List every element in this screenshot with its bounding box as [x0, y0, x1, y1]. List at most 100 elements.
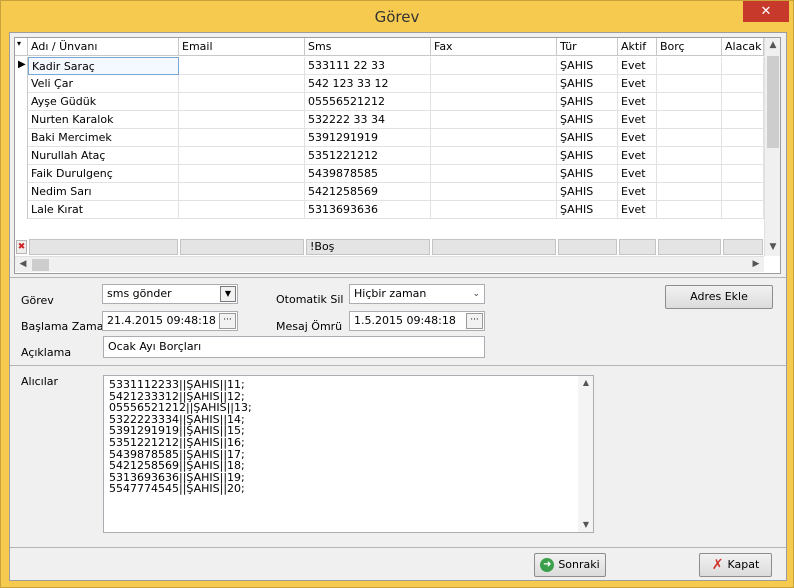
description-input[interactable]: Ocak Ayı Borçları: [103, 336, 485, 358]
filter-email[interactable]: [180, 239, 304, 255]
row-indicator[interactable]: [15, 183, 28, 201]
cell-sms[interactable]: 542 123 33 12: [305, 75, 431, 93]
cell-credit[interactable]: [722, 57, 764, 75]
cell-sms[interactable]: 532222 33 34: [305, 111, 431, 129]
cell-fax[interactable]: [431, 111, 557, 129]
cell-name[interactable]: Nedim Sarı: [28, 183, 179, 201]
row-indicator[interactable]: [15, 75, 28, 93]
cell-sms[interactable]: 5439878585: [305, 165, 431, 183]
cell-debt[interactable]: [657, 147, 722, 165]
message-lifetime-picker[interactable]: 1.5.2015 09:48:18 ···: [349, 311, 485, 331]
cell-credit[interactable]: [722, 129, 764, 147]
scroll-up-icon[interactable]: ▲: [578, 377, 594, 389]
row-indicator[interactable]: [15, 201, 28, 219]
scroll-down-icon[interactable]: ▼: [765, 242, 780, 252]
cell-type[interactable]: ŞAHIS: [557, 129, 618, 147]
column-chooser-icon[interactable]: ▾: [15, 38, 28, 56]
current-row-indicator-icon[interactable]: ▶: [15, 57, 28, 75]
cell-credit[interactable]: [722, 93, 764, 111]
cell-active[interactable]: Evet: [618, 57, 657, 75]
cell-type[interactable]: ŞAHIS: [557, 57, 618, 75]
start-time-picker[interactable]: 21.4.2015 09:48:18 ···: [102, 311, 238, 331]
cell-email[interactable]: [179, 165, 305, 183]
cell-credit[interactable]: [722, 201, 764, 219]
cell-type[interactable]: ŞAHIS: [557, 183, 618, 201]
cell-debt[interactable]: [657, 93, 722, 111]
cell-active[interactable]: Evet: [618, 201, 657, 219]
cell-name[interactable]: Lale Kırat: [28, 201, 179, 219]
task-select[interactable]: sms gönder ▼: [102, 284, 238, 304]
table-row[interactable]: Nedim Sarı 5421258569 ŞAHIS Evet: [15, 183, 764, 201]
cell-email[interactable]: [179, 75, 305, 93]
cell-active[interactable]: Evet: [618, 129, 657, 147]
row-indicator[interactable]: [15, 111, 28, 129]
cell-fax[interactable]: [431, 57, 557, 75]
cell-credit[interactable]: [722, 147, 764, 165]
cell-fax[interactable]: [431, 201, 557, 219]
cell-active[interactable]: Evet: [618, 75, 657, 93]
table-row[interactable]: Lale Kırat 5313693636 ŞAHIS Evet: [15, 201, 764, 219]
recipients-scrollbar[interactable]: ▲ ▼: [578, 376, 593, 532]
table-row[interactable]: ▶ Kadir Saraç 533111 22 33 ŞAHIS Evet: [15, 57, 764, 75]
cell-active[interactable]: Evet: [618, 111, 657, 129]
cell-fax[interactable]: [431, 165, 557, 183]
row-indicator[interactable]: [15, 129, 28, 147]
cell-type[interactable]: ŞAHIS: [557, 147, 618, 165]
cell-credit[interactable]: [722, 165, 764, 183]
filter-name[interactable]: [29, 239, 178, 255]
cell-debt[interactable]: [657, 165, 722, 183]
scroll-up-icon[interactable]: ▲: [765, 40, 780, 50]
cell-name[interactable]: Faik Durulgenç: [28, 165, 179, 183]
ellipsis-icon[interactable]: ···: [466, 313, 483, 329]
filter-debt[interactable]: [658, 239, 721, 255]
cell-type[interactable]: ŞAHIS: [557, 201, 618, 219]
horizontal-scroll-thumb[interactable]: [32, 259, 49, 271]
contacts-grid[interactable]: ▾ Adı / Ünvanı Email Sms Fax Tür Aktif B…: [14, 37, 781, 274]
row-indicator[interactable]: [15, 147, 28, 165]
cell-email[interactable]: [179, 201, 305, 219]
cell-sms[interactable]: 5351221212: [305, 147, 431, 165]
cell-name[interactable]: Nurten Karalok: [28, 111, 179, 129]
cell-debt[interactable]: [657, 129, 722, 147]
scroll-down-icon[interactable]: ▼: [578, 519, 594, 531]
cell-sms[interactable]: 533111 22 33: [305, 57, 431, 75]
cell-type[interactable]: ŞAHIS: [557, 111, 618, 129]
cell-credit[interactable]: [722, 183, 764, 201]
column-header-fax[interactable]: Fax: [431, 38, 557, 56]
chevron-down-icon[interactable]: ⌄: [472, 285, 480, 303]
cell-fax[interactable]: [431, 93, 557, 111]
cell-fax[interactable]: [431, 183, 557, 201]
cell-sms[interactable]: 5421258569: [305, 183, 431, 201]
ellipsis-icon[interactable]: ···: [219, 313, 236, 329]
cell-active[interactable]: Evet: [618, 147, 657, 165]
cell-email[interactable]: [179, 93, 305, 111]
cell-fax[interactable]: [431, 147, 557, 165]
cell-fax[interactable]: [431, 75, 557, 93]
cell-debt[interactable]: [657, 75, 722, 93]
cell-email[interactable]: [179, 57, 305, 75]
cell-email[interactable]: [179, 129, 305, 147]
close-window-button[interactable]: ✕: [743, 1, 789, 22]
filter-clear-icon[interactable]: ✖: [16, 240, 27, 254]
grid-vertical-scrollbar[interactable]: ▲ ▼: [764, 38, 780, 256]
filter-sms[interactable]: !Boş: [306, 239, 430, 255]
close-button[interactable]: ✗ Kapat: [699, 553, 772, 577]
row-indicator[interactable]: [15, 93, 28, 111]
table-row[interactable]: Nurullah Ataç 5351221212 ŞAHIS Evet: [15, 147, 764, 165]
cell-fax[interactable]: [431, 129, 557, 147]
column-header-debt[interactable]: Borç: [657, 38, 722, 56]
column-header-active[interactable]: Aktif: [618, 38, 657, 56]
scroll-left-icon[interactable]: ◀: [15, 259, 31, 269]
next-button[interactable]: ➜ Sonraki: [534, 553, 606, 577]
cell-email[interactable]: [179, 183, 305, 201]
cell-credit[interactable]: [722, 75, 764, 93]
row-indicator[interactable]: [15, 165, 28, 183]
filter-credit[interactable]: [723, 239, 763, 255]
cell-active[interactable]: Evet: [618, 93, 657, 111]
table-row[interactable]: Faik Durulgenç 5439878585 ŞAHIS Evet: [15, 165, 764, 183]
cell-debt[interactable]: [657, 111, 722, 129]
cell-name[interactable]: Ayşe Güdük: [28, 93, 179, 111]
cell-active[interactable]: Evet: [618, 165, 657, 183]
cell-debt[interactable]: [657, 201, 722, 219]
recipients-textarea[interactable]: 5331112233||ŞAHIS||11; 5421233312||ŞAHIS|…: [103, 375, 594, 533]
